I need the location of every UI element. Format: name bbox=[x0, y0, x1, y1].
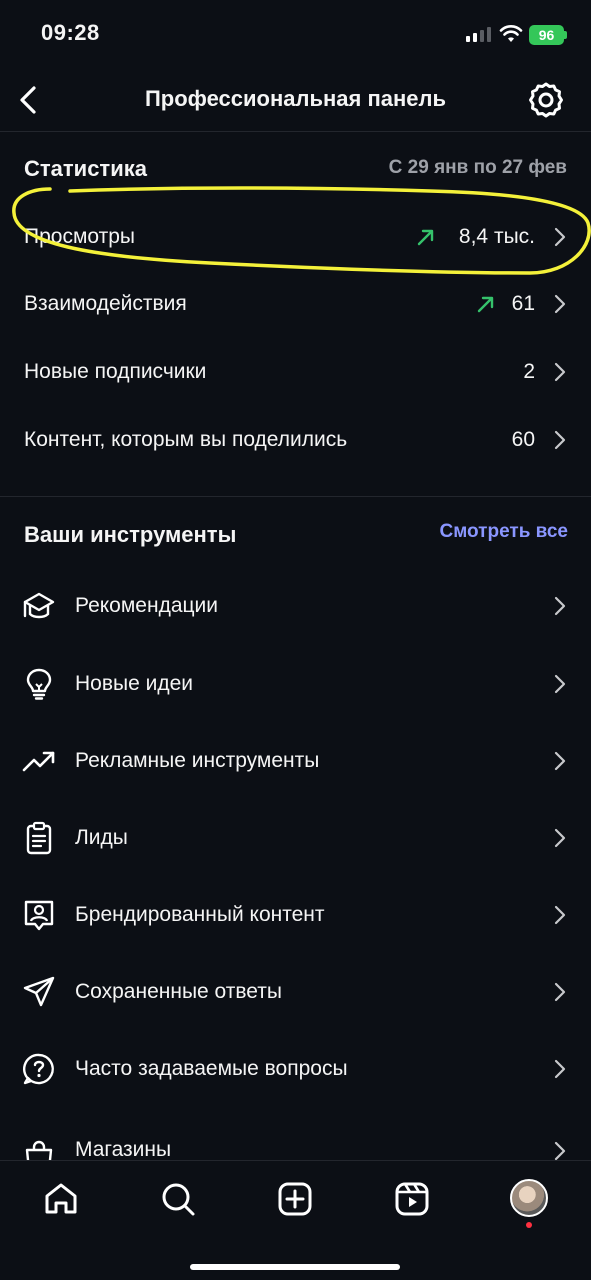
stat-label: Взаимодействия bbox=[24, 292, 187, 315]
tool-leads[interactable]: Лиды bbox=[0, 808, 591, 868]
tools-section-title: Ваши инструменты bbox=[24, 522, 237, 547]
stat-row-new-followers[interactable]: Новые подписчики 2 bbox=[0, 342, 591, 402]
clipboard-icon bbox=[26, 821, 52, 855]
tool-label: Рекламные инструменты bbox=[75, 749, 320, 772]
status-time: 09:28 bbox=[41, 20, 100, 45]
tool-faq[interactable]: Часто задаваемые вопросы bbox=[0, 1039, 591, 1099]
notification-dot bbox=[526, 1222, 532, 1228]
lightbulb-icon bbox=[26, 668, 52, 700]
cellular-signal-icon bbox=[466, 26, 491, 42]
tool-ad-tools[interactable]: Рекламные инструменты bbox=[0, 731, 591, 791]
section-divider bbox=[0, 496, 591, 497]
stats-section-title: Статистика bbox=[24, 156, 147, 181]
chevron-right-icon bbox=[554, 294, 566, 314]
chevron-right-icon bbox=[554, 828, 566, 848]
battery-nub bbox=[564, 31, 567, 39]
tool-label: Часто задаваемые вопросы bbox=[75, 1057, 348, 1080]
chevron-right-icon bbox=[554, 362, 566, 382]
tool-branded-content[interactable]: Брендированный контент bbox=[0, 885, 591, 945]
tool-label: Брендированный контент bbox=[75, 903, 325, 926]
create-icon[interactable] bbox=[275, 1179, 315, 1219]
tool-saved-replies[interactable]: Сохраненные ответы bbox=[0, 962, 591, 1022]
tool-label: Рекомендации bbox=[75, 594, 219, 617]
stat-value: 61 bbox=[511, 292, 535, 315]
see-all-link[interactable]: Смотреть все bbox=[440, 521, 569, 543]
chevron-right-icon bbox=[554, 751, 566, 771]
reels-icon[interactable] bbox=[392, 1179, 432, 1219]
chevron-right-icon bbox=[554, 674, 566, 694]
trend-up-icon bbox=[477, 296, 494, 313]
tool-new-ideas[interactable]: Новые идеи bbox=[0, 654, 591, 714]
trending-up-icon bbox=[22, 751, 55, 772]
stat-label: Новые подписчики bbox=[24, 360, 207, 383]
question-icon bbox=[23, 1053, 54, 1085]
chevron-right-icon bbox=[554, 982, 566, 1002]
battery-indicator: 96 bbox=[529, 25, 564, 45]
bottom-tab-bar bbox=[0, 1160, 591, 1280]
paper-plane-icon bbox=[23, 976, 55, 1007]
highlight-scribble bbox=[12, 186, 591, 275]
tool-label: Новые идеи bbox=[75, 672, 194, 695]
tool-label: Сохраненные ответы bbox=[75, 980, 282, 1003]
settings-gear-icon[interactable] bbox=[526, 80, 566, 120]
branded-content-icon bbox=[24, 900, 54, 931]
stat-label: Контент, которым вы поделились bbox=[24, 428, 348, 451]
chevron-right-icon bbox=[554, 430, 566, 450]
profile-avatar[interactable] bbox=[510, 1179, 548, 1217]
date-range[interactable]: С 29 янв по 27 фев bbox=[389, 157, 567, 179]
chevron-right-icon bbox=[554, 1059, 566, 1079]
page-title: Профессиональная панель bbox=[144, 86, 447, 111]
search-icon[interactable] bbox=[158, 1179, 198, 1219]
stat-row-content-shared[interactable]: Контент, которым вы поделились 60 bbox=[0, 410, 591, 470]
header-divider bbox=[0, 131, 591, 132]
graduation-cap-icon bbox=[23, 592, 55, 619]
tool-label: Лиды bbox=[75, 826, 128, 849]
tool-recommendations[interactable]: Рекомендации bbox=[0, 576, 591, 636]
stat-value: 2 bbox=[523, 360, 535, 383]
chevron-right-icon bbox=[554, 1141, 566, 1161]
stat-value: 60 bbox=[511, 428, 535, 451]
tool-label: Магазины bbox=[75, 1138, 172, 1161]
wifi-icon bbox=[499, 25, 523, 42]
home-indicator bbox=[190, 1264, 400, 1270]
home-icon[interactable] bbox=[41, 1179, 81, 1219]
chevron-right-icon bbox=[554, 905, 566, 925]
chevron-right-icon bbox=[554, 596, 566, 616]
